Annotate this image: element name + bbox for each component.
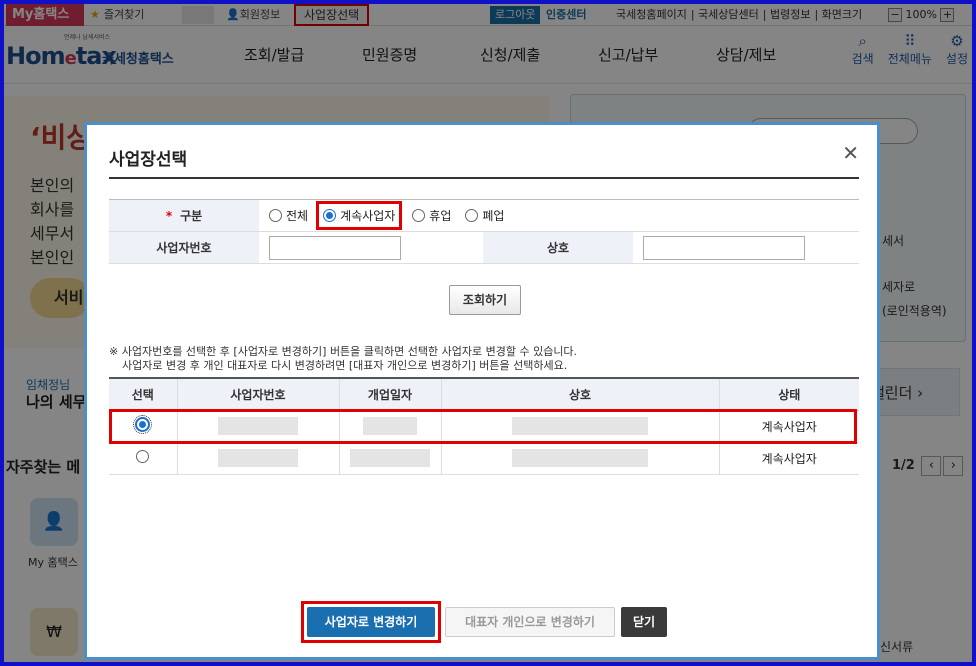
masked-bizno [176,442,339,475]
masked-name [440,442,719,475]
notice-line-2: 사업자로 변경 후 개인 대표자로 다시 변경하려면 [대표자 개인으로 변경하… [122,359,568,372]
row-select-cell[interactable] [109,410,177,443]
masked-name [440,410,719,443]
search-button[interactable]: 조회하기 [449,285,521,315]
col-status: 상태 [718,378,859,411]
change-to-biz-button[interactable]: 사업자로 변경하기 [307,607,435,637]
radio-suspended[interactable]: 휴업 [412,207,451,224]
name-label: 상호 [483,231,633,264]
radio-icon[interactable] [136,450,150,463]
modal-title: 사업장선택 [109,150,188,170]
bizno-label: 사업자번호 [109,231,259,264]
row-status: 계속사업자 [718,410,859,443]
change-to-biz-highlight: 사업자로 변경하기 [301,601,441,643]
screen-frame: My홈택스 ★ 즐겨찾기 👤회원정보 사업장선택 로그아웃 인증센터 국세청홈페이… [0,0,976,666]
radio-all[interactable]: 전체 [269,207,308,224]
result-table: 선택 사업자번호 개업일자 상호 상태 계속사업자 계속사업자 [109,377,859,475]
masked-bizno [176,410,339,443]
col-open-date: 개업일자 [338,378,441,411]
search-form: * 구분 전체 계속사업자 휴업 폐업 사업자번호 상호 [109,199,859,264]
table-row[interactable]: 계속사업자 [109,410,859,443]
radio-continuing-highlight[interactable]: 계속사업자 [316,201,403,230]
radio-checked-icon [323,209,337,222]
col-select: 선택 [109,378,177,411]
col-name: 상호 [440,378,719,411]
row-status: 계속사업자 [718,442,859,475]
radio-icon [412,209,426,222]
masked-open-date [338,410,441,443]
table-row[interactable]: 계속사업자 [109,442,859,475]
close-button[interactable]: 닫기 [621,607,667,637]
radio-closed[interactable]: 폐업 [465,207,504,224]
masked-open-date [338,442,441,475]
name-input[interactable] [643,235,805,260]
radio-icon [269,209,282,222]
radio-checked-icon[interactable] [133,415,153,434]
radio-icon [465,209,479,222]
change-to-personal-button[interactable]: 대표자 개인으로 변경하기 [445,607,615,637]
notice-line-1: ※ 사업자번호를 선택한 후 [사업자로 변경하기] 버튼을 클릭하면 선택한 … [109,345,578,358]
category-options: 전체 계속사업자 휴업 폐업 [259,199,859,232]
row-select-cell[interactable] [109,442,177,475]
notice-text: ※ 사업자번호를 선택한 후 [사업자로 변경하기] 버튼을 클릭하면 선택한 … [109,345,577,373]
close-icon[interactable]: ✕ [842,143,859,163]
result-header-row: 선택 사업자번호 개업일자 상호 상태 [109,378,859,411]
biz-select-modal: 사업장선택 ✕ * 구분 전체 계속사업자 휴업 폐업 사업자번호 상호 조회하기 ※ … [84,122,880,660]
col-bizno: 사업자번호 [176,378,339,411]
category-label: * 구분 [109,199,259,232]
bizno-input[interactable] [269,235,401,260]
title-divider [109,177,859,179]
